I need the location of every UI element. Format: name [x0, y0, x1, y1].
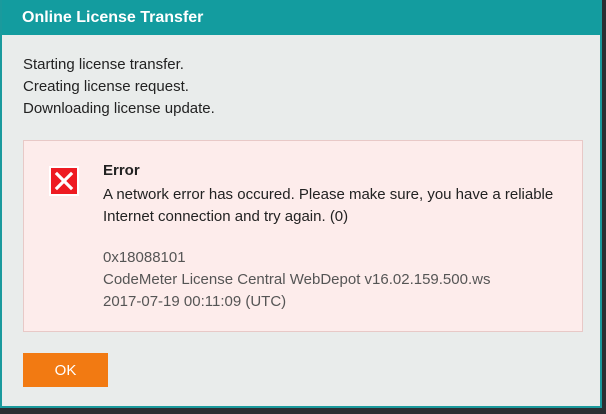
- error-message: A network error has occured. Please make…: [103, 186, 554, 225]
- error-timestamp: 2017-07-19 00:11:09 (UTC): [103, 293, 287, 310]
- error-server: CodeMeter License Central WebDepot v16.0…: [103, 271, 491, 288]
- error-x-icon: [49, 166, 79, 196]
- error-code: 0x18088101: [103, 249, 186, 266]
- progress-log: Starting license transfer. Creating lice…: [23, 54, 215, 120]
- ok-button[interactable]: OK: [23, 353, 108, 387]
- license-transfer-dialog: Online License Transfer Starting license…: [0, 0, 602, 408]
- error-panel: Error A network error has occured. Pleas…: [23, 140, 583, 332]
- log-line: Creating license request.: [23, 78, 189, 95]
- dialog-title: Online License Transfer: [2, 0, 600, 35]
- log-line: Starting license transfer.: [23, 56, 184, 73]
- error-title: Error: [103, 162, 140, 179]
- error-details: 0x18088101 CodeMeter License Central Web…: [103, 247, 490, 313]
- log-line: Downloading license update.: [23, 100, 215, 117]
